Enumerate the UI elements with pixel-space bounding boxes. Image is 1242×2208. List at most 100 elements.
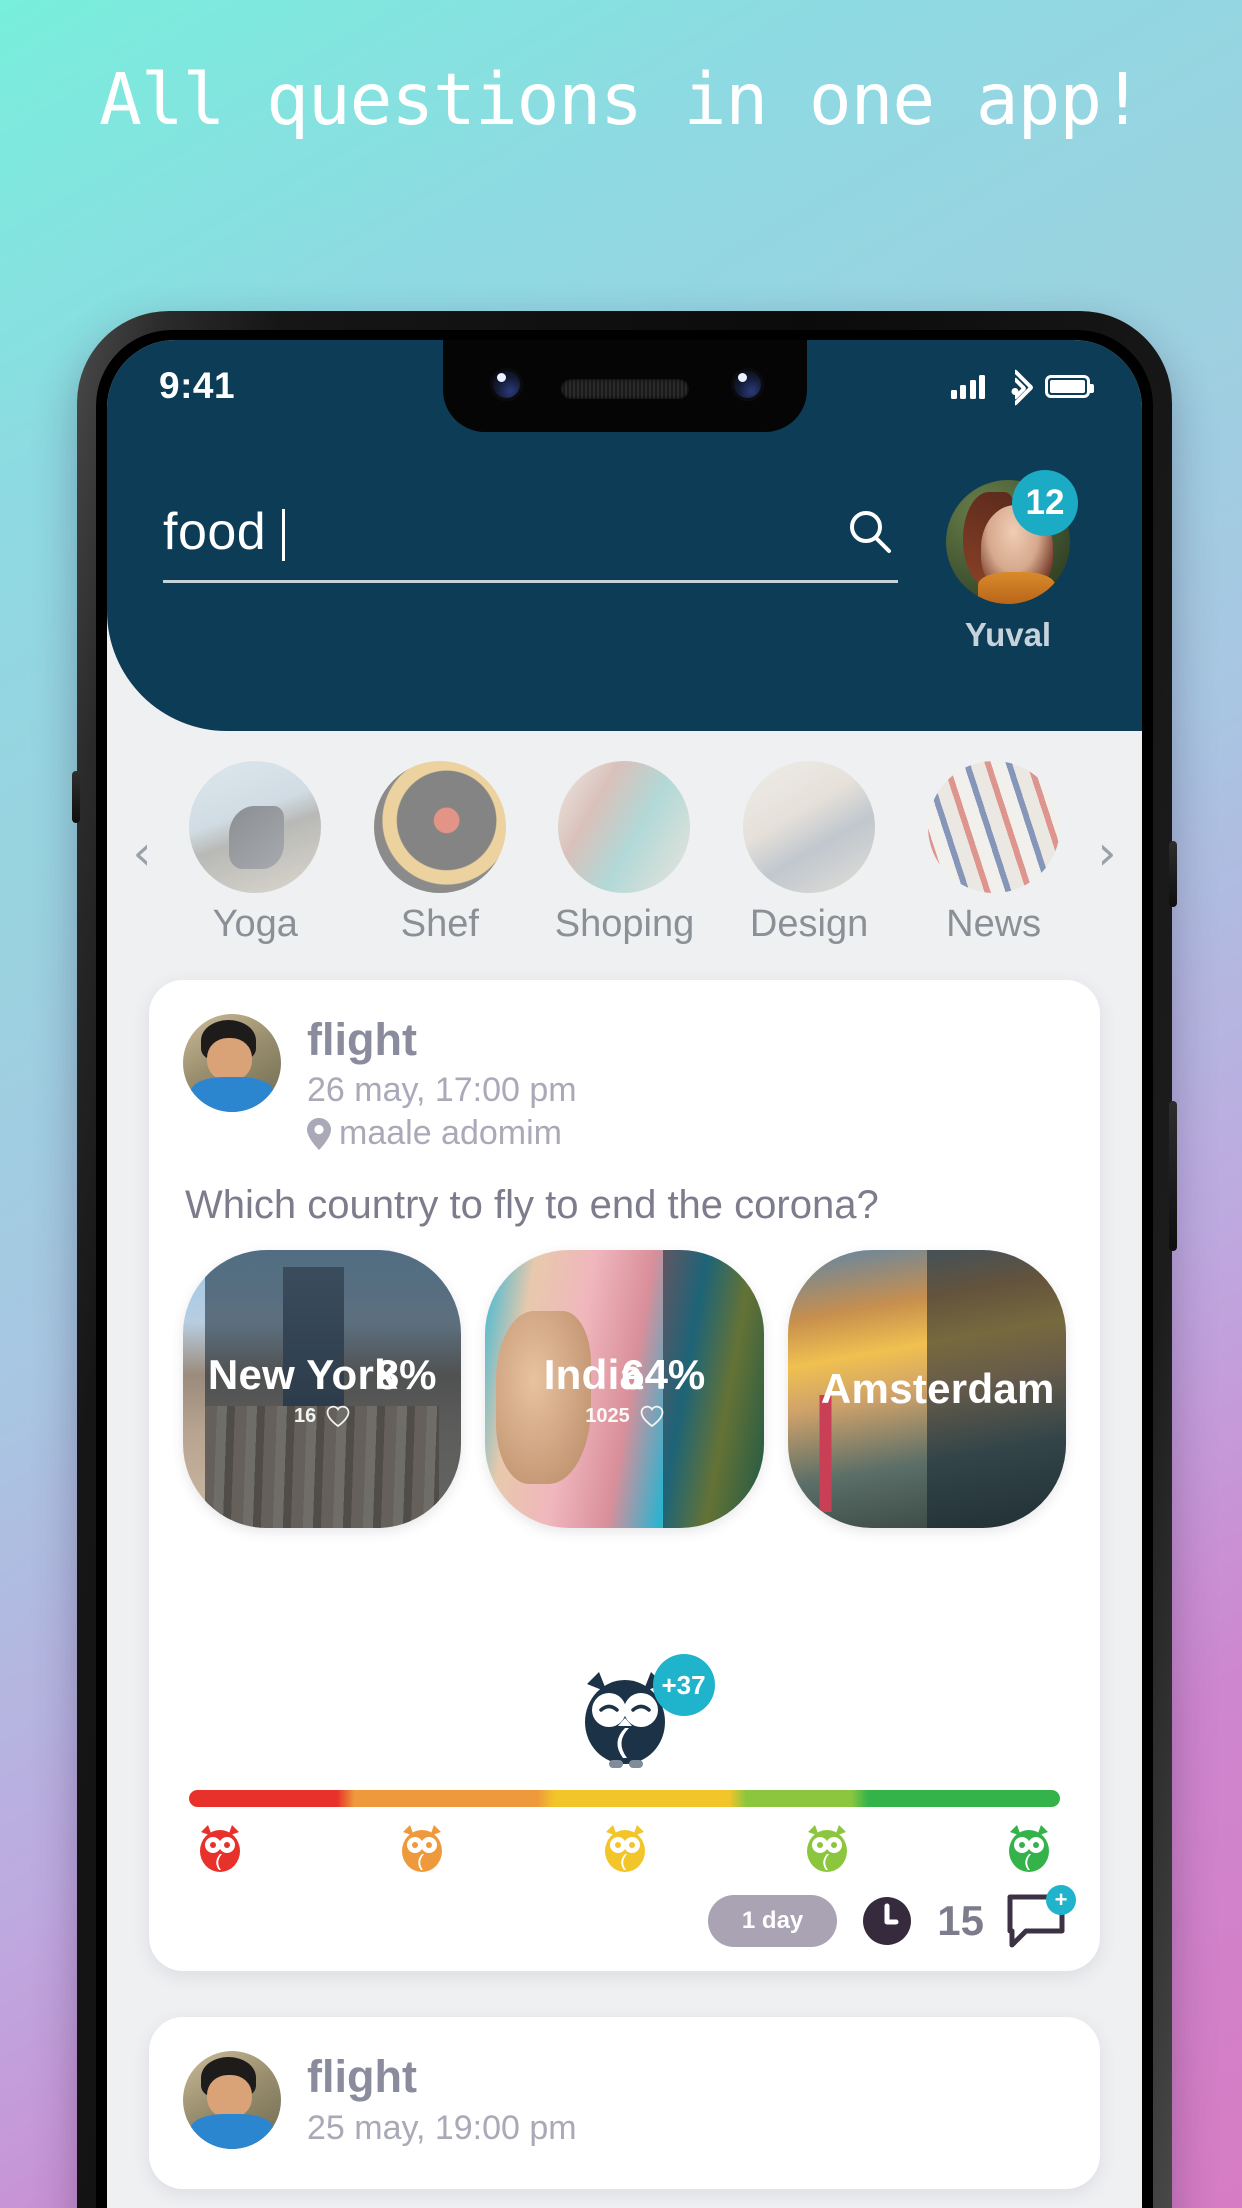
post-card[interactable]: flight 26 may, 17:00 pm maale adomim Whi…	[149, 980, 1100, 1972]
profile-block[interactable]: 12 Yuval	[920, 470, 1096, 654]
location-pin-icon	[307, 1117, 331, 1150]
poll-option-vote-count: 16	[294, 1404, 317, 1427]
search-icon[interactable]	[842, 504, 898, 560]
category-image-yoga	[189, 761, 322, 893]
search-input-line[interactable]: food	[163, 502, 898, 583]
phone-screen: 9:41 food 12 Yuval ‹ Yoga Shef Shoping D…	[107, 340, 1142, 2208]
phone-volume-button	[1169, 1101, 1177, 1251]
category-image-design	[743, 761, 876, 893]
chevron-right-icon[interactable]: ›	[1086, 830, 1128, 877]
rating-owl-scale	[193, 1823, 1056, 1877]
post-footer: 1 day 15 +	[183, 1885, 1076, 1949]
post-avatar-face	[206, 2074, 252, 2118]
poll-option-toprow: Amsterdam	[821, 1365, 1054, 1413]
poll-option-labels: Amsterdam	[788, 1250, 1066, 1528]
category-label: News	[946, 903, 1042, 945]
front-camera-icon	[489, 368, 523, 401]
post-author-name-2: flight	[307, 2051, 417, 2103]
poll-options: New York 8% 16 India 64% 1025 Amsterdam	[183, 1250, 1066, 1529]
poll-option-name: New York	[207, 1350, 398, 1398]
post-author-name: flight	[307, 1014, 417, 1065]
owl-rating-icon-3[interactable]	[598, 1823, 652, 1877]
earpiece-speaker	[560, 379, 689, 399]
profile-name: Yuval	[964, 616, 1052, 653]
post-author-avatar[interactable]	[183, 1014, 281, 1112]
text-caret	[282, 509, 286, 562]
comment-button[interactable]: +	[1006, 1885, 1076, 1949]
owl-rating-icon-1[interactable]	[193, 1823, 247, 1877]
face-id-sensor-icon	[730, 368, 764, 401]
category-image-news	[927, 761, 1060, 893]
post-footer-actions: 1 day 15 +	[707, 1885, 1076, 1949]
category-image-shoping	[558, 761, 691, 893]
owl-icon[interactable]: +37	[569, 1654, 715, 1774]
poll-option-toprow: India 64%	[544, 1351, 706, 1399]
poll-option-india[interactable]: India 64% 1025	[485, 1250, 764, 1529]
category-image-shef	[373, 761, 506, 893]
app-body: ‹ Yoga Shef Shoping Design News › flight…	[107, 731, 1142, 2208]
poll-option-amsterdam[interactable]: Amsterdam	[787, 1250, 1066, 1529]
poll-option-votes: 16	[294, 1405, 350, 1428]
poll-option-percent: 8%	[375, 1350, 437, 1398]
signal-bars-icon	[950, 373, 985, 399]
phone-power-button	[1169, 841, 1177, 907]
owl-rating-icon-4[interactable]	[800, 1823, 854, 1877]
post-location-text: maale adomim	[339, 1114, 562, 1153]
comment-count: 15	[937, 1897, 984, 1945]
rating-gradient-bar[interactable]	[189, 1790, 1060, 1808]
category-label: Shoping	[554, 903, 695, 945]
category-label: Design	[749, 903, 869, 945]
search-input[interactable]: food	[163, 502, 842, 562]
post-meta-2: flight 25 may, 19:00 pm	[307, 2051, 577, 2147]
status-time: 9:41	[159, 365, 236, 406]
poll-option-labels: India 64% 1025	[485, 1250, 763, 1528]
owl-rating-icon-2[interactable]	[395, 1823, 449, 1877]
poll-option-labels: New York 8% 16	[183, 1250, 461, 1528]
post-avatar-shirt	[190, 2113, 274, 2150]
battery-full-icon	[1045, 374, 1094, 398]
post-header: flight 26 may, 17:00 pm maale adomim	[183, 1014, 1066, 1153]
phone-notch	[442, 340, 807, 432]
poll-option-new-york[interactable]: New York 8% 16	[183, 1250, 462, 1529]
post-meta: flight 26 may, 17:00 pm maale adomim	[307, 1014, 577, 1153]
category-item-shef[interactable]: Shef	[348, 761, 533, 946]
poll-option-vote-count: 1025	[585, 1404, 630, 1427]
owl-rating-icon-5[interactable]	[1002, 1823, 1056, 1877]
notification-badge[interactable]: 12	[1012, 470, 1078, 536]
poll-option-percent: 64%	[621, 1350, 706, 1398]
search-input-value: food	[163, 503, 267, 561]
chevron-left-icon[interactable]: ‹	[121, 830, 163, 877]
heart-icon	[640, 1406, 664, 1428]
owl-rating: +37	[183, 1654, 1066, 1877]
category-label: Yoga	[212, 903, 298, 945]
phone-mockup-frame: 9:41 food 12 Yuval ‹ Yoga Shef Shoping D…	[72, 311, 1177, 2208]
post-card-2[interactable]: flight 25 may, 19:00 pm	[149, 2017, 1100, 2190]
poll-option-toprow: New York 8%	[208, 1351, 437, 1399]
category-item-design[interactable]: Design	[717, 761, 902, 946]
promo-headline: All questions in one app!	[99, 58, 1144, 141]
category-label: Shef	[400, 903, 479, 945]
avatar-scarf	[978, 571, 1056, 604]
category-item-yoga[interactable]: Yoga	[163, 761, 348, 946]
category-carousel: ‹ Yoga Shef Shoping Design News ›	[107, 731, 1142, 968]
duration-pill[interactable]: 1 day	[707, 1895, 838, 1948]
avatar-wrapper[interactable]: 12	[946, 470, 1078, 604]
phone-bezel: 9:41 food 12 Yuval ‹ Yoga Shef Shoping D…	[96, 330, 1153, 2208]
app-store-screenshot: All questions in one app! 9:41 food 12 Y…	[0, 0, 1242, 2208]
post-header-2: flight 25 may, 19:00 pm	[183, 2051, 1066, 2150]
status-indicators	[950, 368, 1094, 407]
category-item-news[interactable]: News	[901, 761, 1086, 946]
poll-option-name: Amsterdam	[820, 1365, 1055, 1413]
owl-count-badge: +37	[652, 1654, 715, 1717]
post-avatar-shirt	[190, 1076, 274, 1112]
heart-icon	[326, 1406, 350, 1428]
category-item-shoping[interactable]: Shoping	[532, 761, 717, 946]
search-row: food 12 Yuval	[107, 470, 1142, 654]
clock-icon[interactable]	[859, 1893, 915, 1949]
search-field-wrapper[interactable]: food	[163, 480, 898, 583]
post-date: 26 may, 17:00 pm	[307, 1071, 577, 1110]
comment-add-badge[interactable]: +	[1046, 1885, 1076, 1916]
wifi-icon	[995, 368, 1035, 407]
post-avatar-face	[206, 1037, 252, 1081]
post-author-avatar-2[interactable]	[183, 2051, 281, 2150]
